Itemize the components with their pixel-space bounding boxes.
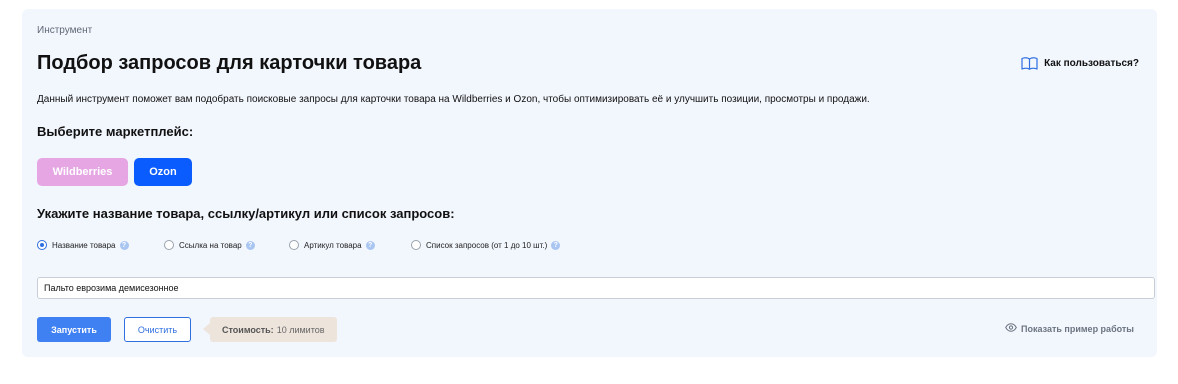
help-question-icon[interactable]: ? <box>119 240 129 250</box>
cost-badge: Стоимость: 10 лимитов <box>203 317 337 342</box>
action-bar: Запустить Очистить Стоимость: 10 лимитов <box>37 317 337 342</box>
radio-product-article[interactable]: Артикул товара ? <box>289 240 411 250</box>
radio-product-link[interactable]: Ссылка на товар ? <box>164 240 289 250</box>
book-icon <box>1021 57 1038 70</box>
marketplace-selector: Wildberries Ozon <box>37 158 192 186</box>
radio-label: Ссылка на товар <box>179 240 242 250</box>
cost-value: 10 лимитов <box>276 324 325 335</box>
radio-button-checked[interactable] <box>37 240 47 250</box>
radio-label: Артикул товара <box>304 240 362 250</box>
radio-button[interactable] <box>411 240 421 250</box>
radio-button[interactable] <box>164 240 174 250</box>
how-to-use-label: Как пользоваться? <box>1044 58 1139 69</box>
radio-label: Список запросов (от 1 до 10 шт.) <box>426 240 548 250</box>
page-title: Подбор запросов для карточки товара <box>37 52 422 74</box>
help-question-icon[interactable]: ? <box>551 240 561 250</box>
radio-query-list[interactable]: Список запросов (от 1 до 10 шт.) ? <box>411 240 561 250</box>
eye-icon <box>1005 323 1017 334</box>
run-button[interactable]: Запустить <box>37 317 111 342</box>
marketplace-wildberries-button[interactable]: Wildberries <box>37 158 128 186</box>
cost-label: Стоимость: <box>222 324 274 335</box>
query-type-radio-group: Название товара ? Ссылка на товар ? Арти… <box>37 240 561 250</box>
radio-product-name[interactable]: Название товара ? <box>37 240 164 250</box>
show-example-label: Показать пример работы <box>1021 323 1134 334</box>
tool-description: Данный инструмент поможет вам подобрать … <box>37 94 870 105</box>
radio-button[interactable] <box>289 240 299 250</box>
clear-button[interactable]: Очистить <box>124 317 191 342</box>
radio-label: Название товара <box>52 240 116 250</box>
tool-card: Инструмент Подбор запросов для карточки … <box>22 9 1157 357</box>
how-to-use-link[interactable]: Как пользоваться? <box>1021 57 1139 70</box>
marketplace-heading: Выберите маркетплейс: <box>37 124 194 139</box>
show-example-link[interactable]: Показать пример работы <box>1005 323 1134 334</box>
query-type-heading: Укажите название товара, ссылку/артикул … <box>37 206 455 221</box>
product-query-input[interactable] <box>37 277 1155 299</box>
breadcrumb: Инструмент <box>37 25 93 36</box>
help-question-icon[interactable]: ? <box>365 240 375 250</box>
help-question-icon[interactable]: ? <box>245 240 255 250</box>
marketplace-ozon-button[interactable]: Ozon <box>134 158 192 186</box>
